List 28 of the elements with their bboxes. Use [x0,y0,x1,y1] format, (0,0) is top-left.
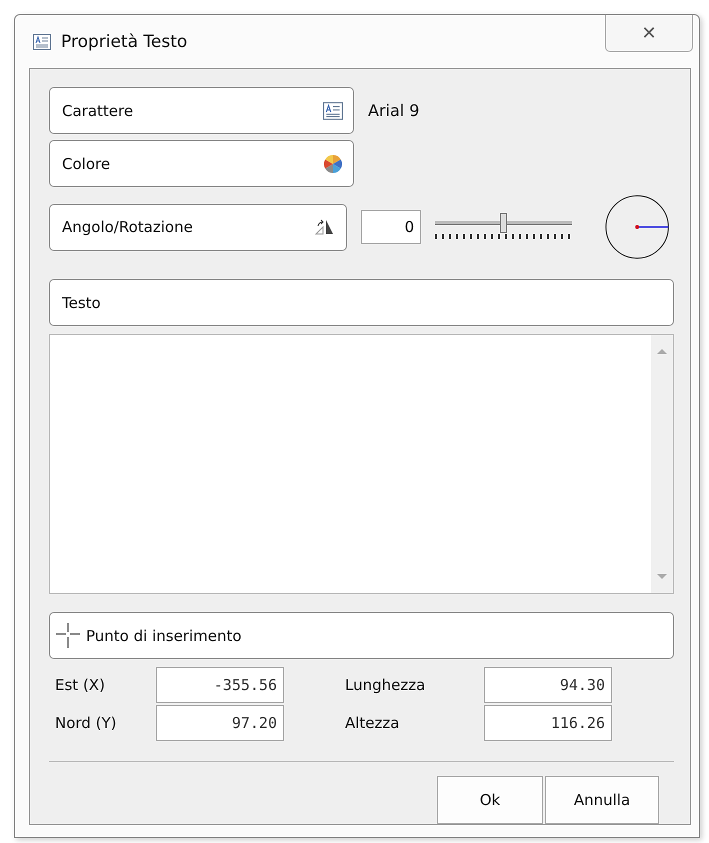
text-properties-icon [33,34,51,50]
text-properties-icon [323,102,343,120]
scroll-down-icon [657,574,667,579]
field-label: Lunghezza [344,676,426,694]
coordinate-field[interactable]: -355.56 [156,667,284,703]
scrollbar[interactable] [651,335,673,593]
text-area[interactable] [49,334,674,594]
coordinate-field[interactable]: 97.20 [156,705,284,741]
color-button[interactable]: Colore [49,140,354,187]
coordinate-field[interactable]: 116.26 [484,705,612,741]
dialog-button[interactable]: Annulla [545,776,659,824]
angle-button[interactable]: Angolo/Rotazione [49,204,348,250]
close-button[interactable]: ✕ [605,15,693,52]
coordinate-field[interactable]: 94.30 [484,667,612,703]
dialog-button[interactable]: Ok [437,776,543,824]
text-button[interactable]: Testo [49,279,674,326]
window-title: Proprietà Testo [61,32,188,52]
font-value: Arial 9 [368,101,420,120]
scroll-up-icon [657,349,667,354]
crosshair-icon [56,622,82,648]
angle-dial-drawing [604,193,670,261]
angle-field[interactable]: 0 [361,210,422,244]
font-button[interactable]: Carattere [49,87,354,134]
insertion-point-button[interactable]: Punto di inserimento [49,612,674,659]
color-wheel-icon [323,154,343,174]
field-label: Altezza [344,714,400,732]
field-label: Nord (Y) [54,714,118,732]
field-label: Est (X) [54,676,106,694]
